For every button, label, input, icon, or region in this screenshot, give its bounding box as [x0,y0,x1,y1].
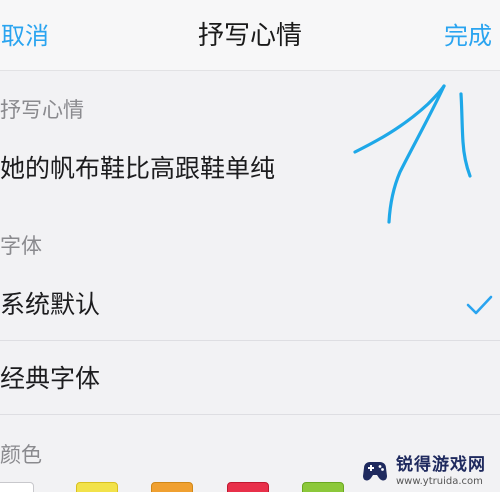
divider [0,340,500,341]
checkmark-icon [466,295,493,315]
annotation-arrow-scribble [353,84,472,224]
gamepad-logo-icon [363,462,387,481]
navigation-bar: 抒写心情 取消 完成 [0,0,500,71]
color-swatch-green[interactable] [302,482,344,492]
mood-text-field[interactable]: 她的帆布鞋比高跟鞋单纯 [0,152,500,186]
page-title: 抒写心情 [197,21,302,51]
font-option-system-default[interactable]: 系统默认 [0,288,500,322]
color-swatch-yellow[interactable] [76,482,118,492]
cancel-button[interactable]: 取消 [1,20,49,52]
mood-section-header: 抒写心情 [0,98,84,122]
watermark-url: www.ytruida.com [396,476,483,487]
divider [0,414,500,415]
color-swatch-orange[interactable] [151,482,193,492]
mood-editor-screen: 抒写心情 取消 完成 抒写心情 她的帆布鞋比高跟鞋单纯 字体 系统默认 经典字体… [0,0,500,492]
watermark: 锐得游戏网 www.ytruida.com [356,452,500,492]
font-section-header: 字体 [0,234,42,258]
font-option-classic[interactable]: 经典字体 [0,362,500,396]
color-section-header: 颜色 [0,443,42,467]
color-swatch-red[interactable] [227,482,269,492]
done-button[interactable]: 完成 [444,20,492,52]
color-swatch-white[interactable] [0,482,34,492]
watermark-title: 锐得游戏网 [396,455,486,475]
